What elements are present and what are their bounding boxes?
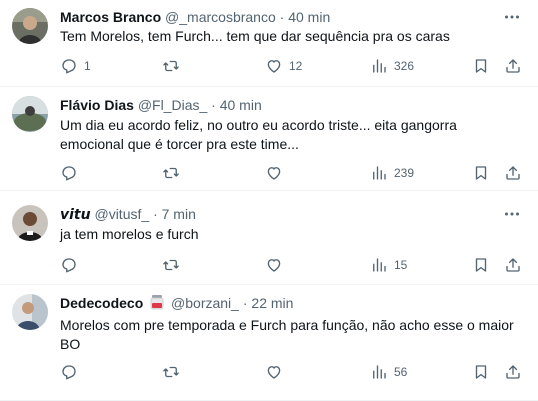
bookmark-icon: [475, 166, 487, 180]
bookmark-icon: [475, 59, 487, 73]
tweet-actions: 15: [60, 255, 524, 275]
user-handle[interactable]: @Fl_Dias_: [138, 97, 207, 113]
share-icon: [506, 365, 520, 379]
display-name[interactable]: Dedecodeco: [60, 295, 143, 311]
display-name[interactable]: Marcos Branco: [60, 9, 161, 25]
share-icon: [506, 59, 520, 73]
reply-button[interactable]: [60, 163, 84, 183]
analytics-icon: [373, 365, 386, 379]
bookmark-icon: [475, 258, 487, 272]
tweet-text: Tem Morelos, tem Furch... tem que dar se…: [60, 28, 450, 44]
share-button[interactable]: [504, 56, 522, 76]
avatar[interactable]: [12, 205, 48, 241]
views-button[interactable]: 326: [370, 56, 414, 76]
more-icon: [505, 212, 519, 216]
retweet-button[interactable]: [162, 56, 186, 76]
timestamp[interactable]: 22 min: [251, 295, 293, 311]
separator: ·: [242, 295, 248, 311]
share-button[interactable]: [504, 163, 522, 183]
like-button[interactable]: [265, 255, 289, 275]
view-count: 326: [394, 59, 415, 73]
tweet-header: 𝙫𝙞𝙩𝙪 @vitusf_ · 7 min: [60, 205, 490, 223]
bookmark-icon: [475, 365, 487, 379]
more-options-button[interactable]: [502, 7, 522, 27]
reply-feed: Marcos Branco @_marcosbranco · 40 min Te…: [0, 0, 538, 401]
bookmark-button[interactable]: [472, 56, 490, 76]
tweet-actions: 239: [60, 163, 524, 183]
heart-icon: [267, 366, 281, 379]
tweet-header: Flávio Dias @Fl_Dias_ · 40 min: [60, 96, 490, 114]
more-options-button[interactable]: [502, 204, 522, 224]
timestamp[interactable]: 7 min: [162, 206, 196, 222]
share-button[interactable]: [504, 362, 522, 382]
views-button[interactable]: 56: [370, 362, 407, 382]
retweet-icon: [163, 167, 179, 179]
view-count: 56: [394, 365, 408, 379]
like-button[interactable]: [265, 163, 289, 183]
tweet-text: Morelos com pre temporada e Furch para f…: [60, 317, 514, 352]
view-count: 239: [394, 166, 415, 180]
view-count: 15: [394, 258, 408, 272]
user-handle[interactable]: @vitusf_: [94, 206, 149, 222]
separator: ·: [211, 97, 216, 113]
share-button[interactable]: [504, 255, 522, 275]
analytics-icon: [373, 258, 386, 272]
separator: ·: [153, 206, 158, 222]
like-button[interactable]: [265, 362, 289, 382]
heart-icon: [267, 259, 281, 272]
bookmark-button[interactable]: [472, 255, 490, 275]
retweet-button[interactable]: [162, 163, 186, 183]
avatar[interactable]: [12, 294, 48, 330]
tweet[interactable]: Dedecodeco @borzani_ · 22 min Morelos co…: [0, 284, 538, 401]
tweet-actions: 1 12 326: [60, 56, 524, 76]
tweet-text: Um dia eu acordo feliz, no outro eu acor…: [60, 117, 457, 152]
retweet-button[interactable]: [162, 255, 186, 275]
reply-button[interactable]: [60, 362, 84, 382]
analytics-icon: [373, 59, 386, 73]
reply-count: 1: [84, 59, 91, 73]
bookmark-button[interactable]: [472, 163, 490, 183]
like-count: 12: [289, 59, 303, 73]
jar-emoji-icon: [150, 294, 164, 314]
tweet-header: Dedecodeco @borzani_ · 22 min: [60, 294, 490, 314]
timestamp[interactable]: 40 min: [220, 97, 262, 113]
avatar[interactable]: [12, 96, 48, 132]
like-button[interactable]: 12: [265, 56, 302, 76]
retweet-icon: [163, 259, 179, 271]
avatar[interactable]: [12, 8, 48, 44]
heart-icon: [267, 167, 281, 180]
reply-icon: [62, 59, 76, 74]
display-name[interactable]: 𝙫𝙞𝙩𝙪: [60, 206, 91, 222]
more-icon: [505, 15, 519, 19]
analytics-icon: [373, 166, 386, 180]
tweet[interactable]: Marcos Branco @_marcosbranco · 40 min Te…: [0, 0, 538, 87]
reply-button[interactable]: 1: [60, 56, 91, 76]
tweet-actions: 56: [60, 362, 524, 382]
reply-icon: [62, 365, 76, 380]
tweet[interactable]: Flávio Dias @Fl_Dias_ · 40 min Um dia eu…: [0, 86, 538, 191]
views-button[interactable]: 15: [370, 255, 407, 275]
retweet-button[interactable]: [162, 362, 186, 382]
reply-button[interactable]: [60, 255, 84, 275]
retweet-icon: [163, 60, 179, 72]
tweet-header: Marcos Branco @_marcosbranco · 40 min: [60, 8, 490, 26]
tweet[interactable]: 𝙫𝙞𝙩𝙪 @vitusf_ · 7 min ja tem morelos e f…: [0, 190, 538, 285]
reply-icon: [62, 166, 76, 181]
bookmark-button[interactable]: [472, 362, 490, 382]
reply-icon: [62, 258, 76, 273]
user-handle[interactable]: @borzani_: [171, 295, 239, 311]
tweet-text: ja tem morelos e furch: [60, 226, 199, 242]
display-name[interactable]: Flávio Dias: [60, 97, 134, 113]
views-button[interactable]: 239: [370, 163, 414, 183]
timestamp[interactable]: 40 min: [288, 9, 330, 25]
share-icon: [506, 258, 520, 272]
separator: ·: [279, 9, 285, 25]
retweet-icon: [163, 366, 179, 378]
user-handle[interactable]: @_marcosbranco: [165, 9, 276, 25]
heart-icon: [267, 60, 281, 73]
share-icon: [506, 166, 520, 180]
